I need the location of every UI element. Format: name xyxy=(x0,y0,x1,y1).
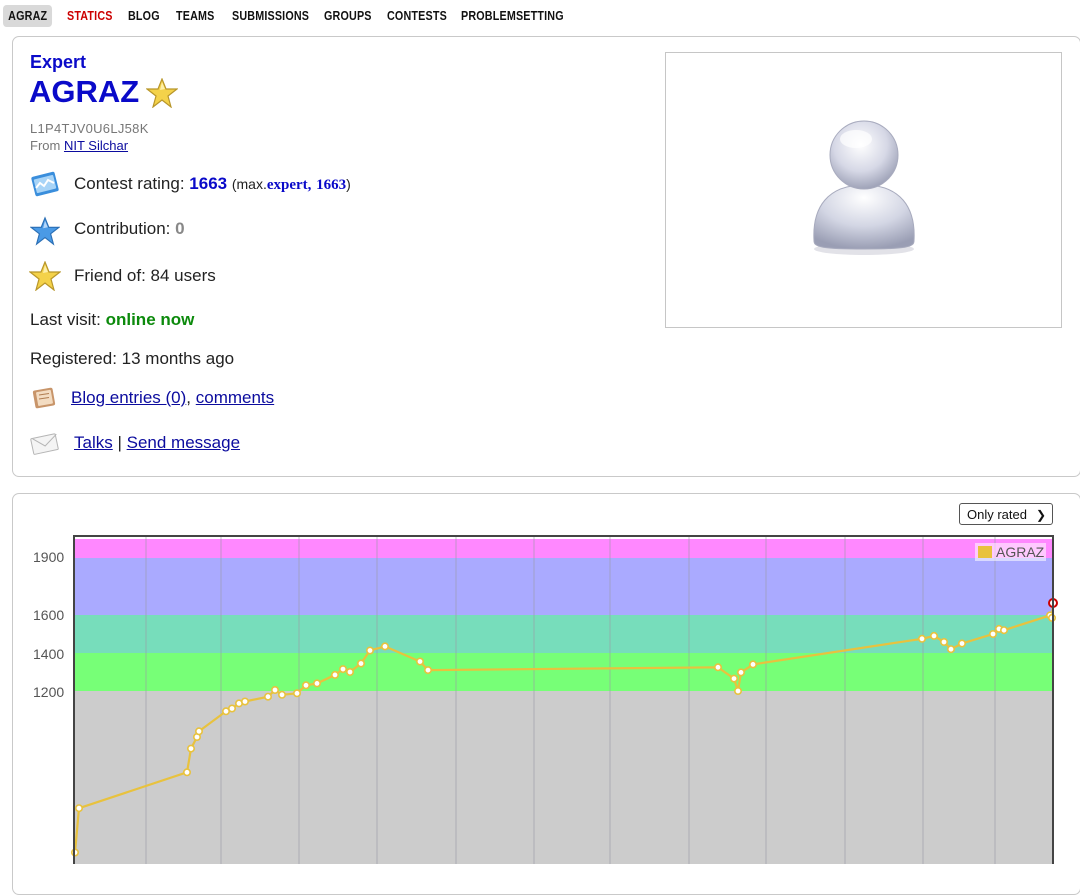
data-point-32[interactable] xyxy=(946,645,955,654)
data-point-34[interactable] xyxy=(988,629,997,638)
data-point-15[interactable] xyxy=(312,679,321,688)
data-point-18[interactable] xyxy=(345,667,354,676)
data-point-23[interactable] xyxy=(423,666,432,675)
data-point-1[interactable] xyxy=(75,804,84,813)
data-point-20[interactable] xyxy=(365,646,374,655)
data-point-13[interactable] xyxy=(292,689,301,698)
data-point-17[interactable] xyxy=(338,665,347,674)
data-point-21[interactable] xyxy=(380,642,389,651)
data-point-16[interactable] xyxy=(330,670,339,679)
data-point-25[interactable] xyxy=(729,674,738,683)
data-point-31[interactable] xyxy=(939,637,948,646)
data-point-22[interactable] xyxy=(415,657,424,666)
data-point-5[interactable] xyxy=(195,727,204,736)
data-point-33[interactable] xyxy=(957,639,966,648)
data-point-12[interactable] xyxy=(277,690,286,699)
data-point-30[interactable] xyxy=(929,631,938,640)
data-point-19[interactable] xyxy=(356,659,365,668)
data-point-2[interactable] xyxy=(183,768,192,777)
legend-label: AGRAZ xyxy=(996,544,1045,560)
rating-chart: AGRAZ xyxy=(71,535,1058,864)
legend-swatch xyxy=(978,546,992,558)
data-point-7[interactable] xyxy=(228,704,237,713)
data-point-28[interactable] xyxy=(748,660,757,669)
data-point-11[interactable] xyxy=(270,685,279,694)
data-point-10[interactable] xyxy=(263,692,272,701)
data-point-29[interactable] xyxy=(917,634,926,643)
data-point-24[interactable] xyxy=(713,663,722,672)
data-point-36[interactable] xyxy=(999,626,1008,635)
data-point-27[interactable] xyxy=(736,668,745,677)
data-point-9[interactable] xyxy=(241,697,250,706)
chart-legend: AGRAZ xyxy=(975,543,1046,561)
data-point-26[interactable] xyxy=(733,686,742,695)
data-point-3[interactable] xyxy=(187,744,196,753)
data-point-14[interactable] xyxy=(301,681,310,690)
